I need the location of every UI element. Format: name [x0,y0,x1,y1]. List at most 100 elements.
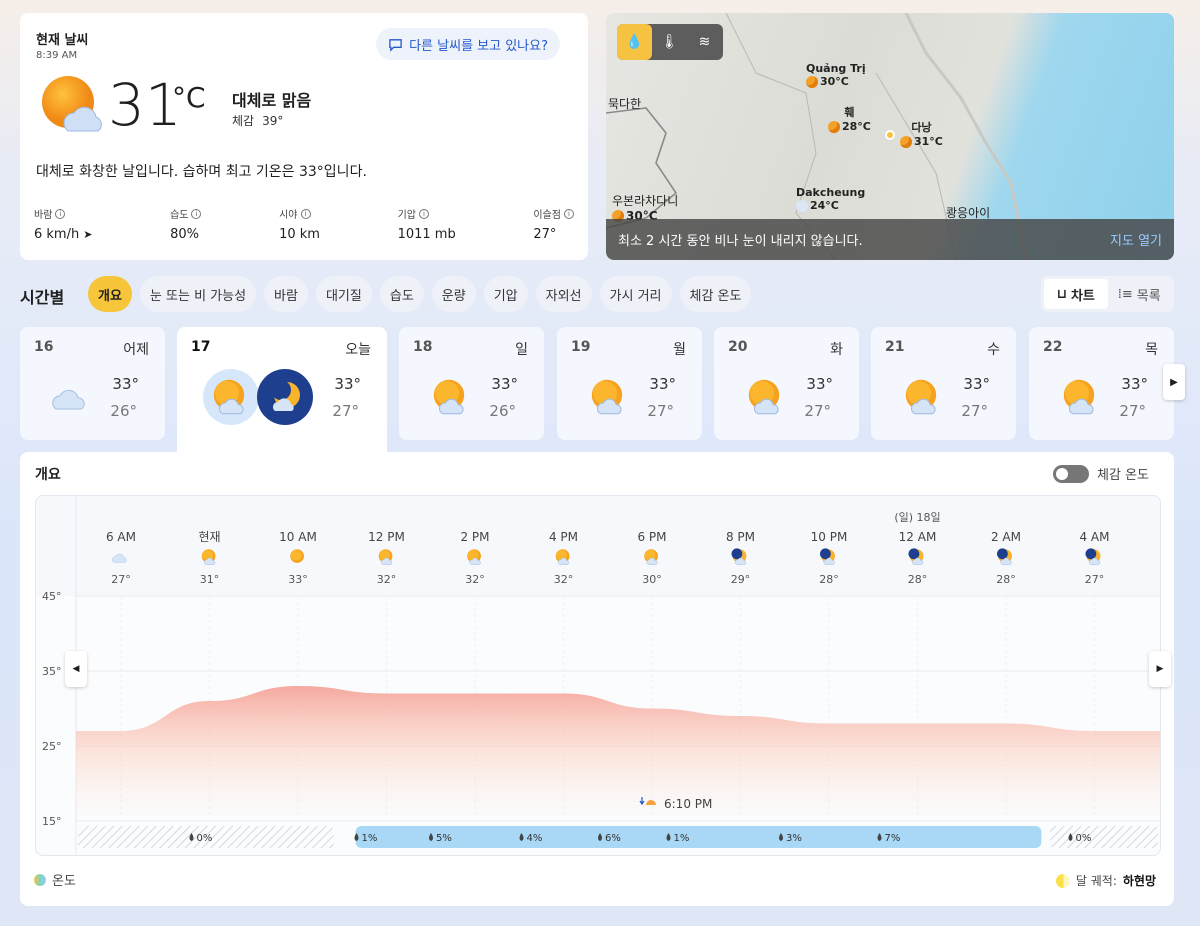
hour-label: 6 PM [637,530,666,544]
temperature-legend-icon [34,873,46,886]
feedback-button[interactable]: 다른 날씨를 보고 있나요? [376,28,560,60]
info-icon[interactable]: i [563,208,574,219]
feels-toggle-label: 체감 온도 [1097,468,1149,483]
day-low: 27° [1119,402,1146,420]
toggle-switch[interactable] [1053,464,1090,483]
stat-value: 27° [533,227,557,242]
stat-item: 이슬점 i 27° [533,206,574,242]
map-layer-toolbar: 💧 🌡 ≋ [617,24,723,60]
stat-item: 바람 i 6 km/h ➤ [34,206,92,242]
day-low: 27° [804,402,831,420]
hour-weather-icon [290,549,304,563]
thermometer-icon: 🌡 [660,34,679,50]
weather-stats: 바람 i 6 km/h ➤ 습도 i 80% 시야 i 10 km 기압 i 1011 mb 이슬… [34,206,574,242]
day-name: 화 [830,342,843,358]
temperature-unit[interactable]: °C [172,81,206,114]
wind-layer-button[interactable]: ≋ [687,24,722,60]
cloudy-icon [52,389,85,410]
svg-text:6%: 6% [605,833,621,844]
day-card[interactable]: 16 어제 33° 26° [20,327,165,440]
feels-like: 체감 39° [232,114,284,128]
stat-label: 이슬점 i [533,206,574,221]
day-name: 목 [1145,342,1158,358]
hourly-pill[interactable]: 운량 [431,276,476,312]
temperature-area [76,686,1160,816]
sun-cloud-icon [1063,379,1095,415]
day-card[interactable]: 18 일 33° 26° [399,327,544,440]
day-number: 21 [885,339,905,355]
map-city[interactable]: 묵다한 [608,95,641,112]
hour-temp-label: 32° [465,573,485,586]
hourly-pill[interactable]: 기압 [483,276,528,312]
day-card[interactable]: 20 화 33° 27° [714,327,859,440]
day-card[interactable]: 21 수 33° 27° [871,327,1016,440]
y-tick-label: 45° [42,590,62,603]
day-high: 33° [1121,375,1148,393]
stat-value: 1011 mb [397,227,456,242]
view-toggle: ⊔ 차트 ⁞≡ 목록 [1041,276,1174,312]
info-icon[interactable]: i [419,208,429,219]
hourly-chart: 45° 35° 25° 15° 6 AM 27° 현재 31° 10 AM 33° 12 PM 32°… [35,495,1161,856]
info-icon[interactable]: i [300,208,311,219]
hourly-pill[interactable]: 자외선 [535,276,592,312]
chart-icon: ⊔ [1056,286,1067,302]
day-number: 20 [728,339,748,355]
hour-label: 10 AM [279,530,317,544]
list-view-button[interactable]: ⁞≡ 목록 [1108,279,1172,309]
svg-text:4%: 4% [527,833,543,844]
svg-text:1%: 1% [362,833,378,844]
feels-like-toggle[interactable]: 체감 온도 [1053,464,1149,483]
hourly-pill[interactable]: 눈 또는 비 가능성 [139,276,257,312]
info-icon[interactable]: i [55,208,66,219]
day-high: 33° [491,375,518,393]
chevron-right-icon: ▶ [1170,376,1178,388]
chart-view-button[interactable]: ⊔ 차트 [1044,279,1108,309]
stat-label: 습도 i [170,206,202,221]
stat-label: 기압 i [398,206,456,221]
chart-next-button[interactable]: ▶ [1149,651,1171,687]
open-map-link[interactable]: 지도 열기 [1110,230,1162,249]
condition-text: 대체로 맑음 [232,91,312,110]
stat-label: 시야 i [279,206,320,221]
map-city[interactable]: Quảng Trị 30°C [806,62,866,88]
day-name: 수 [987,342,1000,358]
day-number: 22 [1043,339,1063,355]
chart-prev-button[interactable]: ◀ [65,651,87,687]
hourly-pill[interactable]: 바람 [264,276,308,312]
day-card[interactable]: 17 오늘 33° 27° [177,327,387,462]
hourly-pill[interactable]: 체감 온도 [679,276,752,312]
hourly-pill[interactable]: 개요 [88,276,132,312]
stat-value: 10 km [279,227,320,242]
hour-temp-label: 32° [377,573,397,586]
hourly-pill[interactable]: 가시 거리 [599,276,672,312]
stat-item: 시야 i 10 km [279,206,320,242]
hourly-pill[interactable]: 습도 [379,276,424,312]
day-card[interactable]: 22 목 33° 27° [1029,327,1174,440]
overview-panel: 개요 체감 온도 45° 35° 25° 15° 6 AM 27° 현재 31° 10 AM 33… [20,452,1174,906]
sun-cloud-icon [203,369,259,425]
current-temperature: 31 [108,71,182,139]
hour-temp-label: 32° [554,573,574,586]
precipitation-layer-button[interactable]: 💧 [617,24,652,60]
map-city[interactable]: 다낭 31°C [900,119,943,148]
map-city[interactable]: Dakcheung 24°C [796,186,865,212]
day-high: 33° [334,375,361,393]
y-tick-label: 25° [42,740,62,753]
weather-map[interactable]: 💧 🌡 ≋ Quảng Trị 30°C 훼 28°C 다낭 31°C 묵다한 Dak… [606,13,1174,260]
hour-temp-label: 33° [288,573,308,586]
day-card[interactable]: 19 월 33° 27° [557,327,702,440]
next-days-button[interactable]: ▶ [1163,364,1185,400]
map-city[interactable]: 훼 28°C [828,104,871,133]
day-high: 33° [806,375,833,393]
list-icon: ⁞≡ [1117,286,1133,302]
map-precip-message: 최소 2 시간 동안 비나 눈이 내리지 않습니다. [618,234,863,249]
hour-temp-label: 27° [111,573,131,586]
hourly-pill[interactable]: 대기질 [315,276,372,312]
hour-temp-label: 31° [200,573,220,586]
day-number: 18 [413,339,433,355]
temperature-layer-button[interactable]: 🌡 [652,24,687,60]
day-number: 19 [571,339,591,355]
hour-temp-label: 28° [908,573,928,586]
current-weather-card: 현재 날씨 8:39 AM 다른 날씨를 보고 있나요? 31 °C 대체로 맑… [20,13,588,260]
info-icon[interactable]: i [191,208,202,219]
